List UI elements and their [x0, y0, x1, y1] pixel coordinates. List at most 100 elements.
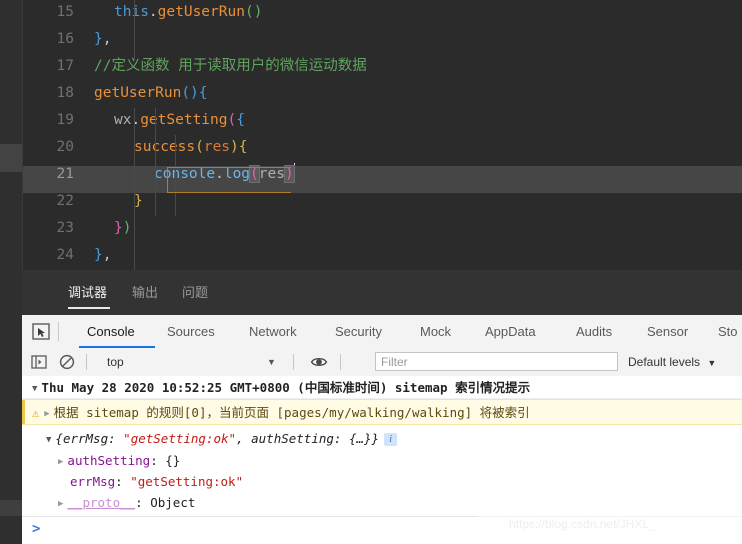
warning-accent-bar [22, 400, 25, 424]
code-token: res [203, 139, 231, 155]
console-warning-message[interactable]: ⚠ ▶ 根据 sitemap 的规则[0]，当前页面 [pages/my/walki… [22, 399, 742, 425]
code-token: ) [253, 4, 263, 20]
console-message-list[interactable]: ▼ Thu May 28 2020 10:52:25 GMT+0800 (中国标准… [22, 376, 742, 544]
devtools-tab-sensor[interactable]: Sensor [647, 315, 688, 348]
object-preview-open: { [55, 431, 63, 446]
editor-line-number: 19 [56, 112, 74, 128]
console-toolbar-divider-2 [293, 354, 294, 370]
code-token: , [102, 31, 112, 47]
console-context-selector[interactable]: top [107, 348, 124, 376]
code-token: success [134, 139, 196, 155]
chevron-right-icon[interactable]: ▶ [58, 494, 63, 515]
console-object-preview[interactable]: ▼ {errMsg: "getSetting:ok", authSetting: … [22, 427, 742, 450]
devtools-left-strip [0, 270, 22, 544]
devtools-tab-network[interactable]: Network [249, 315, 297, 348]
editor-line-number: 24 [56, 247, 74, 263]
devtools-tab-appdata[interactable]: AppData [485, 315, 536, 348]
chevron-down-icon[interactable]: ▼ [32, 378, 37, 401]
editor-line-number: 17 [56, 58, 74, 74]
devtools-tab-security[interactable]: Security [335, 315, 382, 348]
editor-text-caret [293, 163, 295, 181]
editor-code-line[interactable]: }, [94, 242, 111, 269]
chevron-right-icon[interactable]: ▶ [58, 452, 63, 473]
object-property-value: {} [165, 453, 181, 468]
warning-triangle-icon: ⚠ [32, 406, 40, 420]
devtools-tabbar[interactable]: Console Sources Network Security Mock AppData… [22, 315, 742, 349]
editor-code-line[interactable]: this.getUserRun() [114, 0, 262, 26]
object-property-key: errMsg [70, 474, 116, 489]
code-token: ( [249, 165, 260, 183]
code-token: } [134, 193, 143, 209]
object-preview-value-errmsg: "getSetting:ok" [123, 431, 237, 446]
object-property-value: Object [150, 495, 196, 510]
code-token: ) [230, 139, 239, 155]
object-property-separator: : [115, 474, 131, 489]
chevron-right-icon[interactable]: ▶ [44, 401, 49, 427]
devtools-tab-mock[interactable]: Mock [420, 315, 451, 348]
console-object-prop-errmsg[interactable]: errMsg: "getSetting:ok" [22, 471, 742, 492]
devtools-tabbar-divider [58, 322, 59, 341]
code-token: res [258, 166, 285, 182]
console-group-header-text: Thu May 28 2020 10:52:25 GMT+0800 (中国标准时… [41, 380, 531, 395]
editor-line-number: 22 [56, 193, 74, 209]
editor-line-number: 16 [56, 31, 74, 47]
console-log-levels-selector[interactable]: Default levels ▼ [628, 348, 716, 376]
editor-code-line[interactable]: }) [114, 215, 131, 242]
console-toolbar[interactable]: top ▼ Default levels ▼ [22, 348, 742, 377]
chevron-down-icon[interactable]: ▼ [46, 429, 51, 452]
editor-activity-strip[interactable] [0, 0, 22, 270]
chevron-down-icon[interactable]: ▼ [267, 348, 276, 376]
code-editor[interactable]: 15 16 17 18 19 20 21 22 23 24 this.getUserRun()},… [0, 0, 742, 270]
editor-indent-guide [175, 135, 176, 216]
code-token: getSetting [140, 112, 228, 128]
devtools-left-strip-marker [0, 500, 22, 516]
code-token: getUserRun [94, 85, 182, 101]
editor-activity-selected-item[interactable] [0, 144, 22, 172]
code-token: log [223, 166, 251, 182]
simulator-tab-item[interactable]: 输出 [132, 270, 158, 315]
console-group-header[interactable]: ▼ Thu May 28 2020 10:52:25 GMT+0800 (中国标准… [22, 376, 742, 399]
editor-line-number: 20 [56, 139, 74, 155]
code-token: () [181, 85, 199, 101]
live-expression-eye-icon[interactable] [310, 353, 328, 371]
editor-code-line[interactable]: getUserRun(){ [94, 80, 208, 107]
devtools-tab-sto[interactable]: Sto [718, 315, 738, 348]
object-property-key: __proto__ [67, 495, 136, 510]
code-token: ( [227, 112, 237, 128]
editor-indent-guide [155, 108, 156, 216]
console-filter-input[interactable] [375, 352, 618, 371]
editor-line-number: 21 [56, 166, 74, 182]
devtools-tab-console[interactable]: Console [87, 315, 135, 348]
console-object-prop-proto[interactable]: ▶ __proto__: Object [22, 492, 742, 513]
console-prompt-caret: > [32, 521, 41, 537]
devtools-tab-sources[interactable]: Sources [167, 315, 215, 348]
object-preview-key-errmsg: errMsg: [62, 431, 124, 446]
code-token: this [114, 4, 149, 20]
editor-code-area[interactable]: this.getUserRun()},//定义函数 用于读取用户的微信运动数据 g… [82, 0, 742, 270]
editor-line-number: 18 [56, 85, 74, 101]
simulator-panel-tabbar[interactable]: 调试器 输出 问题 [22, 270, 742, 315]
editor-line-number: 15 [56, 4, 74, 20]
simulator-tab-item[interactable]: 问题 [182, 270, 208, 315]
editor-code-line[interactable]: success(res){ [134, 134, 248, 161]
code-token: { [236, 112, 245, 128]
info-badge-icon[interactable]: i [384, 433, 398, 446]
code-token: ( [244, 4, 254, 20]
editor-code-line[interactable]: }, [94, 26, 111, 53]
show-console-sidebar-icon[interactable] [30, 353, 48, 371]
console-prompt-row[interactable]: > [22, 516, 742, 544]
object-preview-sep: , [236, 431, 252, 446]
clear-console-icon[interactable] [58, 353, 76, 371]
console-toolbar-divider-3 [340, 354, 341, 370]
object-property-separator: : [135, 495, 151, 510]
devtools-tab-audits[interactable]: Audits [576, 315, 612, 348]
console-warning-text: 根据 sitemap 的规则[0]，当前页面 [pages/my/walking… [53, 405, 530, 420]
editor-code-line[interactable]: } [134, 188, 143, 215]
inspect-element-icon[interactable] [30, 321, 52, 342]
code-token: ) [284, 165, 295, 183]
editor-line-number-gutter: 15 16 17 18 19 20 21 22 23 24 [23, 0, 82, 270]
code-token: wx [114, 112, 132, 128]
code-token: ( [195, 139, 204, 155]
object-preview-key-authsetting: authSetting: [251, 431, 349, 446]
console-object-prop-authsetting[interactable]: ▶ authSetting: {} [22, 450, 742, 471]
